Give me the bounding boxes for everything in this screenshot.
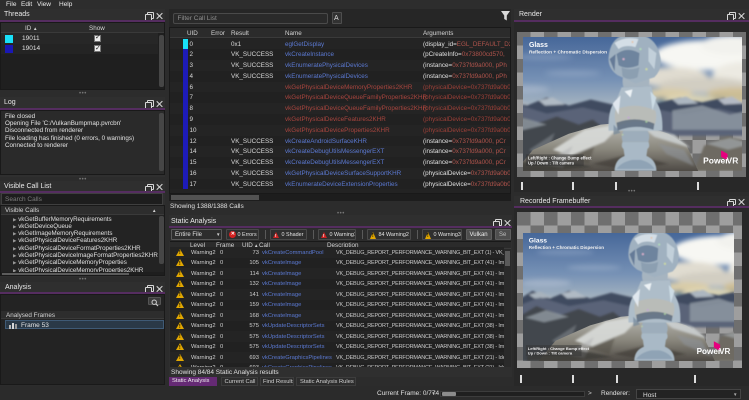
svg-text:VR: VR <box>719 347 730 356</box>
svg-text:Reflection + Chromatic Dispers: Reflection + Chromatic Dispersion <box>529 50 607 56</box>
svg-text:Up / Down : Tilt camera: Up / Down : Tilt camera <box>528 160 575 165</box>
svg-text:Power: Power <box>697 347 722 356</box>
svg-text:Reflection + Chromatic Dispers: Reflection + Chromatic Dispersion <box>529 245 604 250</box>
svg-text:Glass: Glass <box>529 42 548 49</box>
svg-text:Up / Down : Tilt camera: Up / Down : Tilt camera <box>528 351 573 356</box>
svg-text:Glass: Glass <box>529 238 548 245</box>
svg-text:Power: Power <box>703 155 729 165</box>
svg-text:VR: VR <box>727 155 739 165</box>
